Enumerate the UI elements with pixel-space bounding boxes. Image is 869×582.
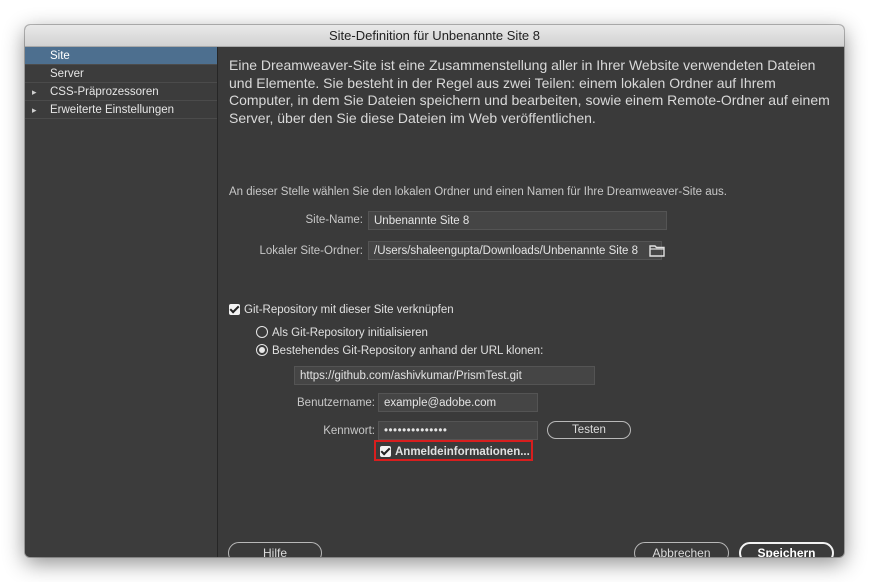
git-link-label: Git-Repository mit dieser Site verknüpfe… <box>244 304 454 316</box>
category-sidebar: Site Server ▸ CSS-Präprozessoren ▸ Erwei… <box>25 47 218 557</box>
site-definition-dialog: Site-Definition für Unbenannte Site 8 Si… <box>25 25 844 557</box>
local-folder-input[interactable]: /Users/shaleengupta/Downloads/Unbenannte… <box>368 241 662 260</box>
username-input[interactable]: example@adobe.com <box>378 393 538 412</box>
username-label: Benutzername: <box>297 397 375 409</box>
intro-text: Eine Dreamweaver-Site ist eine Zusammens… <box>229 57 830 126</box>
chevron-right-icon[interactable]: ▸ <box>32 101 37 119</box>
radio-unselected-icon[interactable] <box>256 326 268 338</box>
sidebar-item-label: Site <box>50 50 70 62</box>
password-label: Kennwort: <box>323 425 375 437</box>
sidebar-item-advanced-settings[interactable]: ▸ Erweiterte Einstellungen <box>25 101 217 119</box>
sidebar-item-label: Server <box>50 68 84 80</box>
highlight-box <box>374 440 533 461</box>
save-button[interactable]: Speichern <box>739 542 834 557</box>
test-button[interactable]: Testen <box>547 421 631 439</box>
site-name-label: Site-Name: <box>305 214 363 226</box>
sidebar-item-css-preprocessors[interactable]: ▸ CSS-Präprozessoren <box>25 83 217 101</box>
git-link-checkbox[interactable]: Git-Repository mit dieser Site verknüpfe… <box>229 303 454 317</box>
chevron-right-icon[interactable]: ▸ <box>32 83 37 101</box>
radio-selected-icon[interactable] <box>256 344 268 356</box>
local-folder-label: Lokaler Site-Ordner: <box>259 245 363 257</box>
cancel-button[interactable]: Abbrechen <box>634 542 729 557</box>
password-input[interactable]: •••••••••••••• <box>378 421 538 440</box>
sidebar-item-label: Erweiterte Einstellungen <box>50 104 175 116</box>
sidebar-item-site[interactable]: Site <box>25 47 217 65</box>
radio-clone-label: Bestehendes Git-Repository anhand der UR… <box>272 345 544 357</box>
instruction-text: An dieser Stelle wählen Sie den lokalen … <box>229 186 727 198</box>
site-settings-panel: Eine Dreamweaver-Site ist eine Zusammens… <box>218 47 844 557</box>
radio-init-repository[interactable]: Als Git-Repository initialisieren <box>256 326 428 340</box>
radio-init-label: Als Git-Repository initialisieren <box>272 327 428 339</box>
window-title: Site-Definition für Unbenannte Site 8 <box>25 25 844 47</box>
checkbox-checked-icon[interactable] <box>229 304 240 315</box>
radio-clone-repository[interactable]: Bestehendes Git-Repository anhand der UR… <box>256 344 543 358</box>
site-name-input[interactable]: Unbenannte Site 8 <box>368 211 667 230</box>
sidebar-item-server[interactable]: Server <box>25 65 217 83</box>
sidebar-item-label: CSS-Präprozessoren <box>50 86 159 98</box>
help-button[interactable]: Hilfe <box>228 542 322 557</box>
folder-icon[interactable] <box>649 244 665 257</box>
git-url-input[interactable]: https://github.com/ashivkumar/PrismTest.… <box>294 366 595 385</box>
